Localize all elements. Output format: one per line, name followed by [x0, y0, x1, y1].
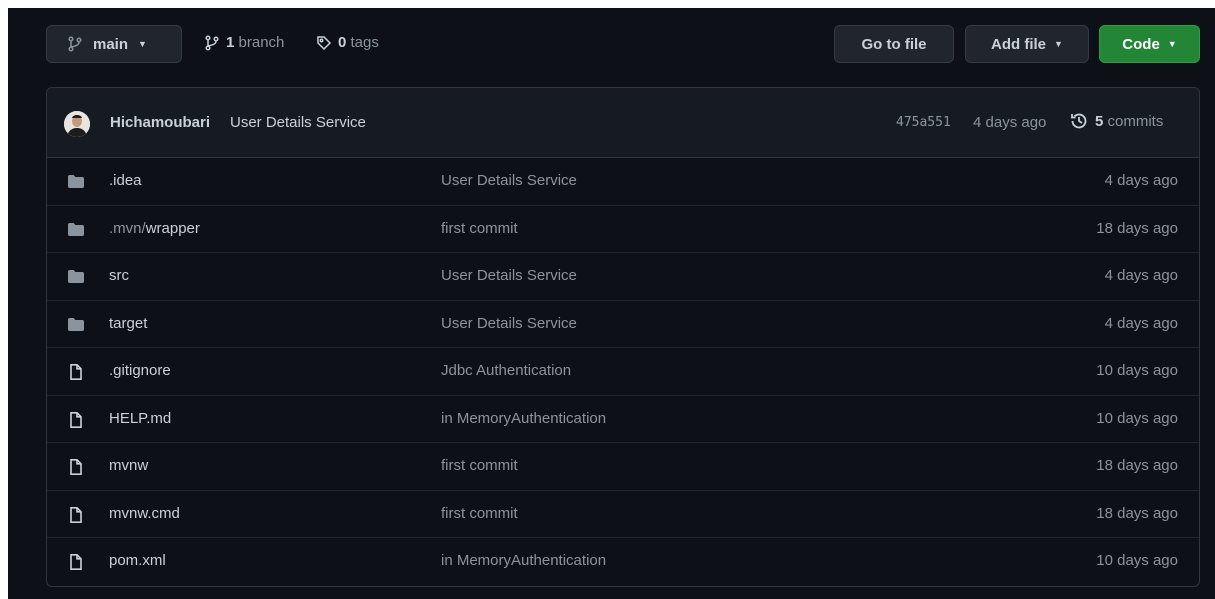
tags-count: 0 — [338, 34, 347, 51]
file-list: Hichamoubari User Details Service 475a55… — [46, 87, 1200, 587]
file-row[interactable]: .gitignore Jdbc Authentication 10 days ago — [47, 348, 1199, 396]
commit-date: 4 days ago — [973, 114, 1047, 131]
file-row[interactable]: src User Details Service 4 days ago — [47, 253, 1199, 301]
folder-icon — [67, 173, 85, 191]
file-commit-age: 10 days ago — [1096, 362, 1178, 379]
tags-label: tags — [350, 34, 379, 51]
avatar[interactable] — [64, 111, 90, 137]
file-name-link[interactable]: mvnw.cmd — [109, 505, 180, 522]
branches-link[interactable]: 1 branch — [204, 34, 284, 51]
repo-toolbar: main ▼ 1 branch 0 tags Go to file Add fi… — [8, 8, 1215, 84]
file-row[interactable]: .mvn/wrapper first commit 18 days ago — [47, 206, 1199, 253]
file-icon — [67, 411, 85, 429]
file-name-link[interactable]: .mvn/wrapper — [109, 220, 200, 237]
file-name: HELP.md — [109, 409, 172, 427]
file-commit-message[interactable]: in MemoryAuthentication — [441, 552, 606, 569]
file-name-link[interactable]: pom.xml — [109, 552, 166, 569]
commit-message[interactable]: User Details Service — [230, 114, 366, 131]
file-commit-age: 18 days ago — [1096, 504, 1178, 522]
file-commit-message[interactable]: User Details Service — [441, 267, 577, 284]
file-commit-age: 4 days ago — [1104, 172, 1178, 189]
tag-icon — [317, 35, 332, 50]
chevron-down-icon: ▼ — [1167, 38, 1177, 49]
file-icon — [67, 553, 85, 571]
file-name-prefix: .mvn/ — [109, 219, 146, 237]
chevron-down-icon: ▼ — [138, 38, 147, 49]
history-icon — [1071, 113, 1087, 129]
file-commit-message[interactable]: User Details Service — [441, 315, 577, 332]
tags-link[interactable]: 0 tags — [316, 34, 379, 51]
file-name-link[interactable]: target — [109, 315, 147, 332]
file-icon — [67, 363, 85, 381]
file-commit-message[interactable]: User Details Service — [441, 172, 577, 189]
file-commit-age: 10 days ago — [1096, 409, 1178, 427]
file-row[interactable]: mvnw first commit 18 days ago — [47, 443, 1199, 491]
file-commit-age: 4 days ago — [1104, 314, 1178, 332]
folder-icon — [67, 221, 85, 239]
commit-author[interactable]: Hichamoubari — [110, 114, 210, 131]
file-name-link[interactable]: HELP.md — [109, 410, 171, 427]
branch-name: main — [93, 35, 129, 53]
branch-select-button[interactable]: main ▼ — [46, 25, 182, 63]
file-row[interactable]: .idea User Details Service 4 days ago — [47, 158, 1199, 206]
code-button[interactable]: Code ▼ — [1099, 25, 1200, 63]
file-name: .gitignore — [109, 362, 171, 379]
user-avatar-icon — [64, 111, 90, 137]
file-row[interactable]: target User Details Service 4 days ago — [47, 301, 1199, 348]
file-name-link[interactable]: .gitignore — [109, 362, 171, 379]
file-row[interactable]: HELP.md in MemoryAuthentication 10 days ag… — [47, 396, 1199, 443]
file-name-link[interactable]: .idea — [109, 172, 142, 189]
file-name: target — [109, 314, 148, 332]
latest-commit-bar: Hichamoubari User Details Service 475a55… — [47, 88, 1199, 158]
file-commit-message[interactable]: in MemoryAuthentication — [441, 410, 606, 427]
file-name: src — [109, 267, 129, 284]
file-name: pom.xml — [109, 552, 166, 569]
folder-icon — [67, 268, 85, 286]
add-file-button[interactable]: Add file ▼ — [965, 25, 1089, 63]
file-name: mvnw — [109, 457, 149, 474]
commits-label: commits — [1107, 112, 1164, 130]
file-icon — [67, 458, 85, 476]
folder-icon — [67, 316, 85, 334]
git-branch-icon — [205, 34, 219, 51]
file-rows: .idea User Details Service 4 days ago .mvn/… — [47, 158, 1199, 586]
file-row[interactable]: mvnw.cmd first commit 18 days ago — [47, 491, 1199, 538]
code-label: Code — [1122, 35, 1160, 53]
file-row[interactable]: pom.xml in MemoryAuthentication 10 days ag… — [47, 538, 1199, 586]
file-name-link[interactable]: mvnw — [109, 457, 148, 474]
file-commit-message[interactable]: first commit — [441, 220, 518, 237]
file-name: .idea — [109, 172, 142, 189]
commits-link[interactable]: 5 commits — [1069, 111, 1163, 131]
file-commit-age: 18 days ago — [1096, 219, 1178, 237]
file-commit-message[interactable]: first commit — [441, 505, 518, 522]
chevron-down-icon: ▼ — [1054, 38, 1063, 49]
branches-count: 1 — [226, 34, 235, 51]
git-branch-icon — [68, 36, 82, 52]
file-icon — [67, 506, 85, 524]
file-name: wrapper — [145, 219, 200, 237]
file-commit-age: 18 days ago — [1096, 457, 1178, 474]
file-name-link[interactable]: src — [109, 267, 129, 284]
go-to-file-button[interactable]: Go to file — [834, 25, 954, 63]
file-commit-age: 4 days ago — [1104, 267, 1178, 284]
commits-count: 5 — [1095, 112, 1104, 130]
file-commit-age: 10 days ago — [1096, 552, 1178, 569]
add-file-label: Add file — [991, 35, 1047, 53]
commit-sha[interactable]: 475a551 — [896, 115, 951, 130]
repo-file-browser: main ▼ 1 branch 0 tags Go to file Add fi… — [8, 8, 1215, 599]
file-commit-message[interactable]: first commit — [441, 457, 518, 474]
branches-label: branch — [238, 34, 285, 51]
file-commit-message[interactable]: Jdbc Authentication — [441, 362, 571, 379]
file-name: mvnw.cmd — [109, 504, 180, 522]
